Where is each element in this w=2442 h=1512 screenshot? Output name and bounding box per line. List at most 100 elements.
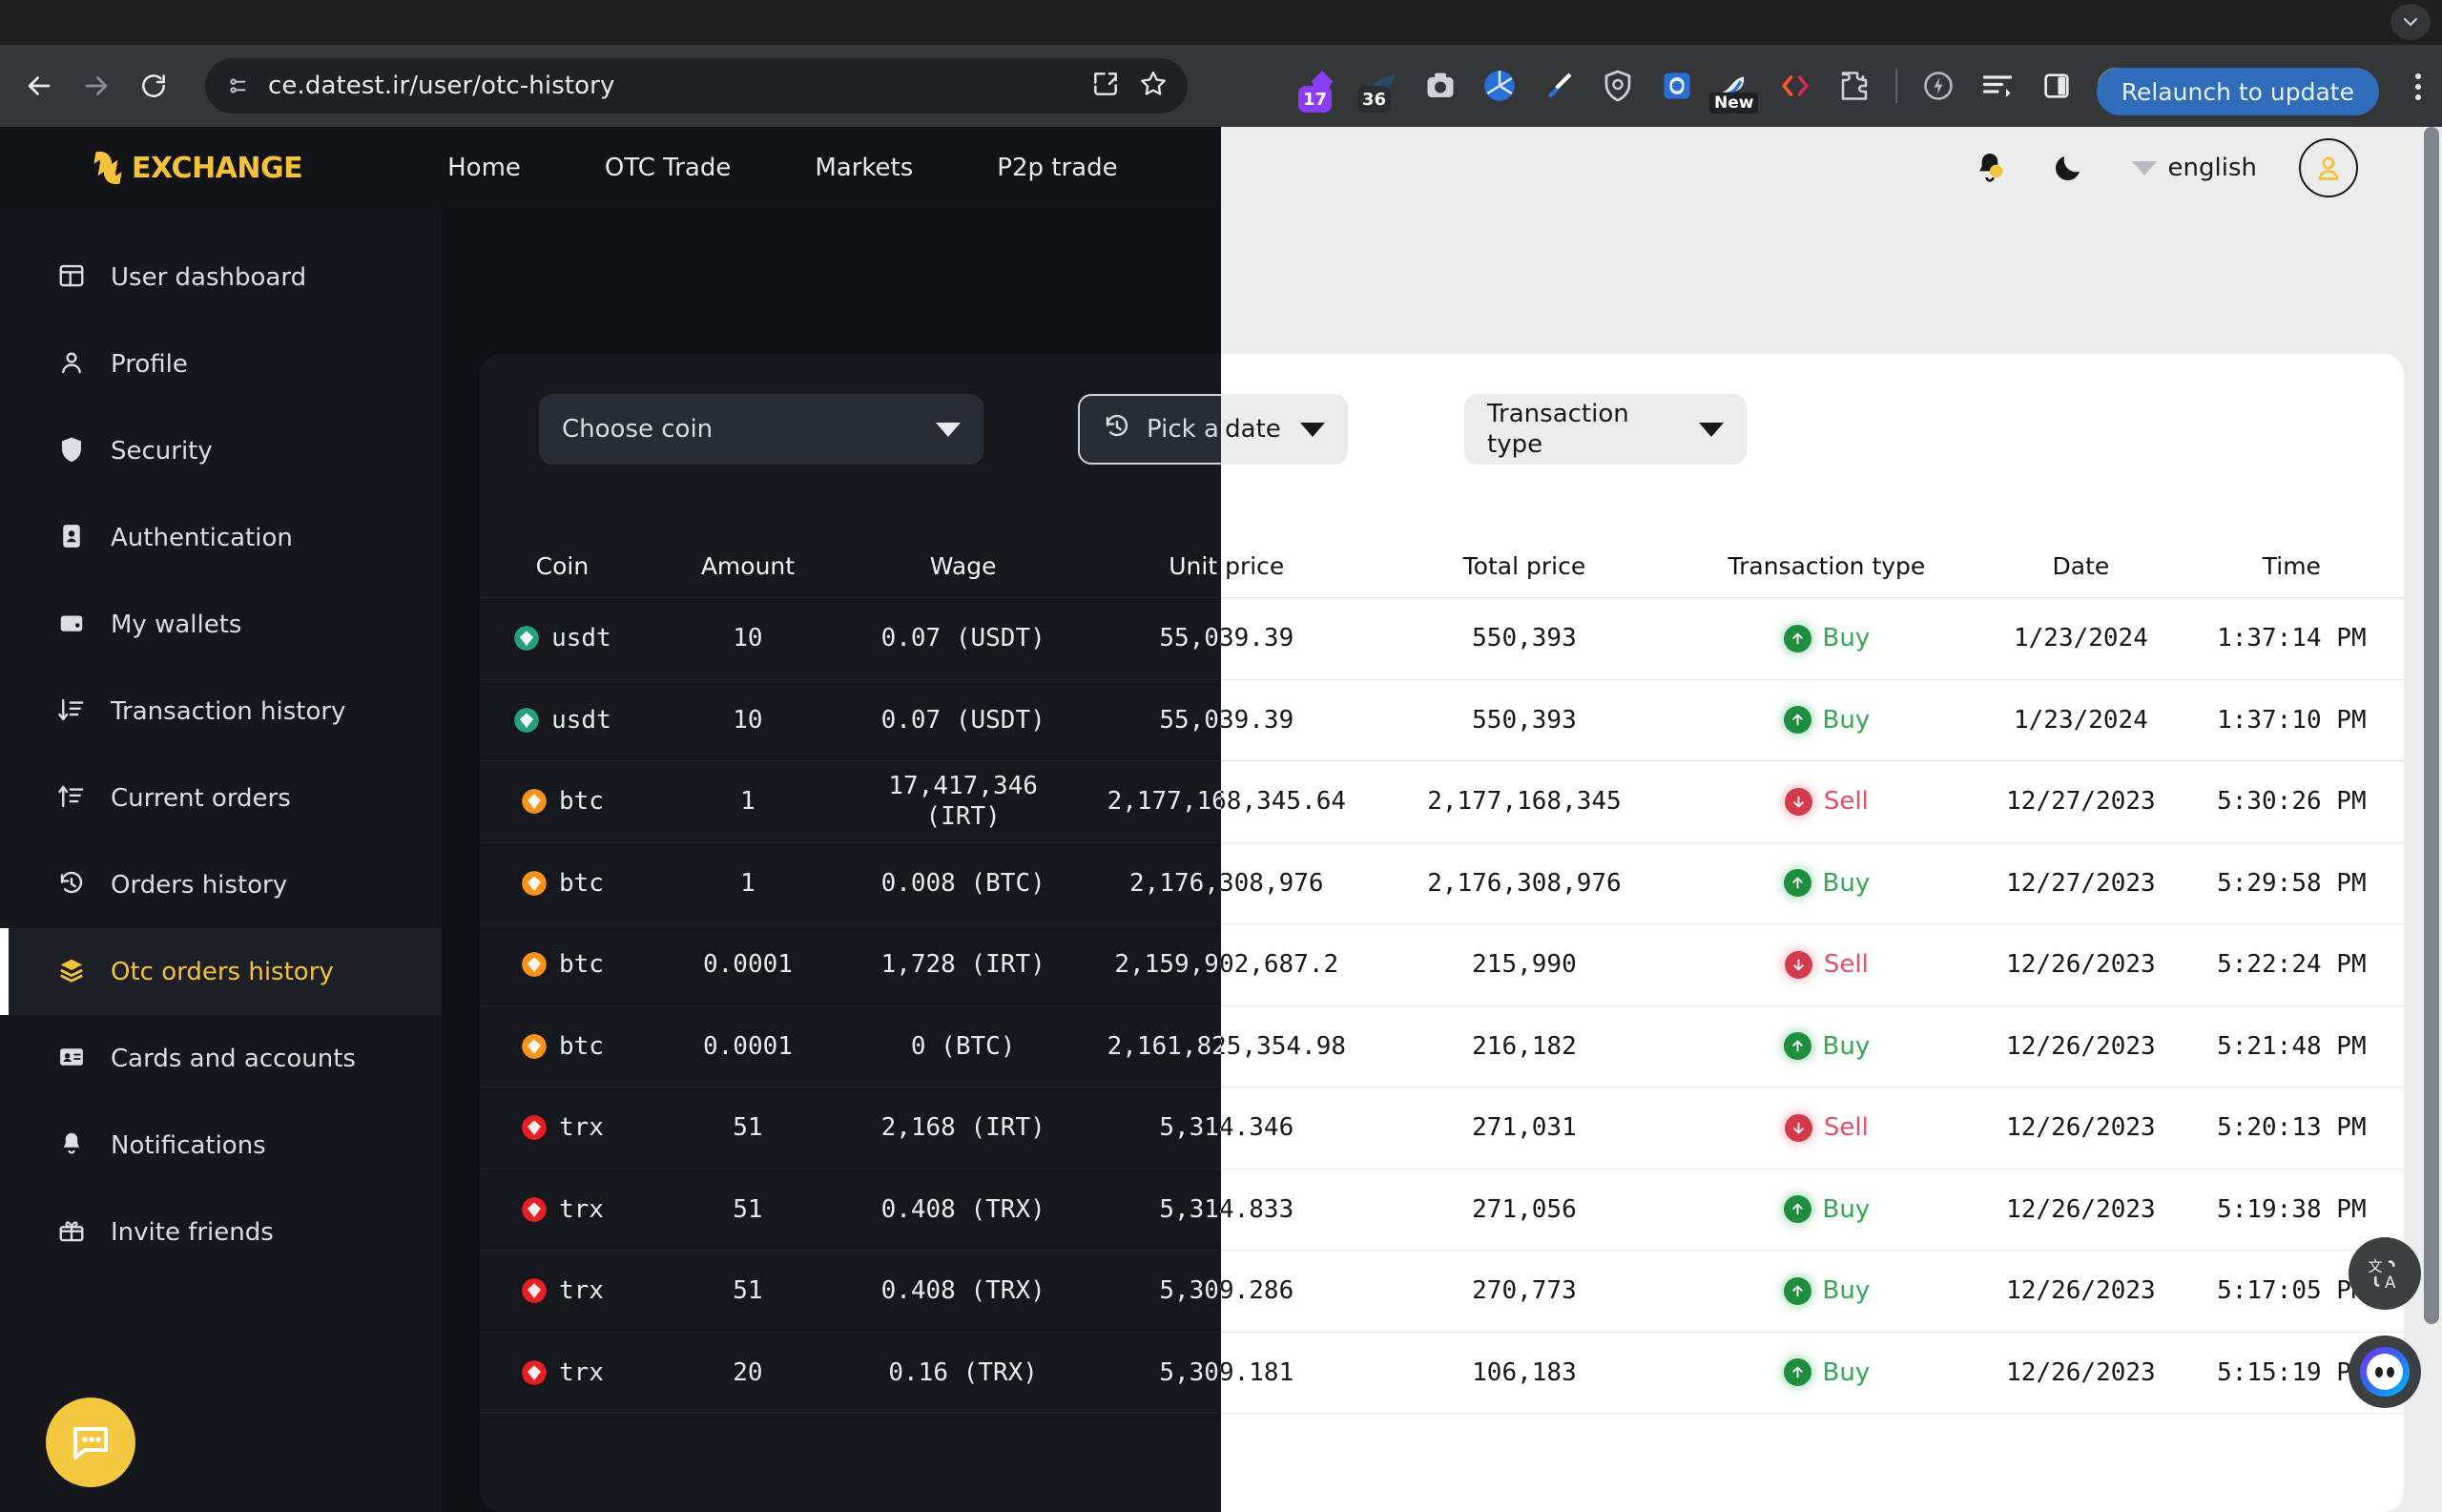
screenshot-extension-icon[interactable]: New xyxy=(1707,45,1766,127)
transaction-type-select-light[interactable]: Transaction type xyxy=(1464,394,1747,465)
sidebar-item-cards-and-accounts[interactable]: Cards and accounts xyxy=(0,1015,442,1102)
table-row[interactable]: usdt100.07 (USDT)55,039.39550,393Buy1/23… xyxy=(1221,598,2404,680)
cell-unit-price: 55,039.39 xyxy=(1221,624,1294,652)
coin-icon xyxy=(522,1115,547,1141)
site-info-icon[interactable] xyxy=(218,66,259,106)
cell-total-price: 216,182 xyxy=(1472,1031,1577,1061)
sidebar-label: User dashboard xyxy=(111,262,307,292)
sort-asc-icon xyxy=(57,782,86,815)
table-row[interactable]: trx200.16 (TRX)5,309.181106,183Buy12/26/… xyxy=(1221,1333,2404,1414)
sidebar-item-user-dashboard[interactable]: User dashboard xyxy=(0,234,442,321)
performance-extension-icon[interactable] xyxy=(1909,45,1968,127)
sidebar-label: Authentication xyxy=(111,523,293,552)
cell-unit-price: 2,176,308,976 xyxy=(1221,868,1324,898)
sidebar-item-notifications[interactable]: Notifications xyxy=(0,1102,442,1189)
nav-item-otc-trade[interactable]: OTC Trade xyxy=(563,154,773,182)
table-header-row-light: Coin Amount Wage Unit price Total price … xyxy=(1221,535,2404,598)
translate-button[interactable]: 文 A xyxy=(2349,1237,2421,1310)
language-selector-light[interactable]: english xyxy=(2131,154,2257,182)
notification-bell-icon-light[interactable] xyxy=(1951,127,2029,209)
transaction-type-label-light: Transaction type xyxy=(1487,399,1629,460)
table-row[interactable]: trx512,168 (IRT)5,314.346271,031Sell12/2… xyxy=(1221,1087,2404,1170)
live-chat-button[interactable] xyxy=(46,1398,135,1487)
cell-wage: 2,168 (IRT) xyxy=(880,1113,1045,1142)
table-row[interactable]: trx510.408 (TRX)5,309.286270,773Buy12/26… xyxy=(1221,1251,2404,1333)
grammar-extension-badge: 17 xyxy=(1298,86,1333,113)
account-avatar-light[interactable] xyxy=(2299,138,2358,197)
gift-icon xyxy=(57,1216,86,1249)
sidebar-item-orders-history[interactable]: Orders history xyxy=(0,841,442,928)
cell-time: 5:19:38 PM xyxy=(2217,1194,2367,1224)
cell-time: 5:29:58 PM xyxy=(2217,868,2367,898)
sidebar-item-profile[interactable]: Profile xyxy=(0,321,442,407)
puzzle-extensions-icon[interactable] xyxy=(1825,45,1884,127)
cell-unit-price: 5,309.181 xyxy=(1221,1357,1294,1387)
cell-coin: trx xyxy=(480,1194,645,1226)
cell-coin: btc xyxy=(480,868,645,900)
cell-transaction-type: Buy xyxy=(1671,1194,1983,1226)
camera-extension-icon[interactable] xyxy=(1411,45,1470,127)
sidebar-label: Security xyxy=(111,436,213,466)
aperture-extension-icon[interactable] xyxy=(1470,45,1529,127)
chevron-down-icon xyxy=(1699,422,1724,437)
cell-coin: usdt xyxy=(480,705,645,736)
scrollbar-thumb[interactable] xyxy=(2424,127,2439,1324)
sidebar-item-current-orders[interactable]: Current orders xyxy=(0,755,442,841)
exchange-logo-icon xyxy=(93,151,122,185)
table-row[interactable]: trx510.408 (TRX)5,314.833271,056Buy12/26… xyxy=(1221,1170,2404,1251)
sidebar-item-transaction-history[interactable]: Transaction history xyxy=(0,668,442,755)
column-header-total-price-light: Total price xyxy=(1462,552,1586,580)
table-row[interactable]: btc0.00011,728 (IRT)2,159,902,687.2215,9… xyxy=(1221,924,2404,1006)
sidebar-label: Cards and accounts xyxy=(111,1044,356,1073)
cell-time: 1:37:14 PM xyxy=(2217,624,2367,652)
history-icon xyxy=(57,869,86,901)
nav-item-markets[interactable]: Markets xyxy=(773,154,955,182)
coin-icon xyxy=(514,626,539,652)
eyedropper-extension-icon[interactable] xyxy=(1529,45,1588,127)
back-button[interactable] xyxy=(17,64,61,108)
site-logo[interactable]: EXCHANGE xyxy=(84,144,303,192)
cell-coin: trx xyxy=(480,1357,645,1389)
bell-icon xyxy=(57,1129,86,1162)
bookmark-star-icon[interactable] xyxy=(1138,69,1169,103)
nav-item-home[interactable]: Home xyxy=(405,154,563,182)
cell-unit-price: 55,039.39 xyxy=(1221,705,1294,735)
pick-a-date-select-light[interactable]: Pick a date xyxy=(1221,394,1348,465)
install-app-icon[interactable] xyxy=(1090,69,1121,103)
nav-item-p2p-trade[interactable]: P2p trade xyxy=(955,154,1159,182)
tab-search-icon[interactable] xyxy=(2390,4,2431,40)
table-row[interactable]: btc0.00010 (BTC)2,161,825,354.98216,182B… xyxy=(1221,1006,2404,1087)
page-scrollbar[interactable] xyxy=(2421,127,2442,1512)
cell-total-price: 2,177,168,345 xyxy=(1427,787,1622,816)
sidebar-item-authentication[interactable]: Authentication xyxy=(0,494,442,581)
grammar-extension-icon[interactable]: 17 xyxy=(1293,45,1352,127)
reload-button[interactable] xyxy=(132,64,176,108)
code-extension-icon[interactable] xyxy=(1766,45,1825,127)
forward-button[interactable] xyxy=(74,64,118,108)
shield-extension-icon[interactable] xyxy=(1588,45,1647,127)
table-row[interactable]: usdt100.07 (USDT)55,039.39550,393Buy1/23… xyxy=(1221,680,2404,761)
cell-unit-price: 5,314.346 xyxy=(1221,1113,1294,1142)
coin-icon xyxy=(522,1359,547,1385)
sidebar-item-my-wallets[interactable]: My wallets xyxy=(0,581,442,668)
browser-menu-icon[interactable] xyxy=(2415,73,2421,100)
sidebar-label: Invite friends xyxy=(111,1217,274,1247)
otc-history-card-light: Choose coin Pick a date Transaction type xyxy=(1221,354,2404,1512)
dark-mode-moon-icon-light[interactable] xyxy=(2029,127,2107,209)
tabs-extension-icon[interactable]: 36 xyxy=(1352,45,1411,127)
address-bar[interactable]: ce.datest.ir/user/otc-history xyxy=(205,58,1188,114)
table-row[interactable]: btc10.008 (BTC)2,176,308,9762,176,308,97… xyxy=(1221,843,2404,924)
side-panel-icon[interactable] xyxy=(2027,45,2086,127)
sidebar-item-security[interactable]: Security xyxy=(0,407,442,494)
ai-assistant-button[interactable] xyxy=(2349,1336,2421,1408)
relaunch-to-update-button[interactable]: Relaunch to update xyxy=(2096,68,2379,115)
sidebar-item-invite-friends[interactable]: Invite friends xyxy=(0,1189,442,1275)
column-header-time-light: Time xyxy=(2262,552,2321,580)
coin-icon xyxy=(522,1196,547,1222)
reading-list-icon[interactable] xyxy=(1968,45,2027,127)
choose-coin-select[interactable]: Choose coin xyxy=(539,394,983,465)
coin-icon xyxy=(522,870,547,896)
capture-extension-icon[interactable] xyxy=(1647,45,1707,127)
table-row[interactable]: btc117,417,346 (IRT)2,177,168,345.642,17… xyxy=(1221,761,2404,843)
sidebar-item-otc-orders-history[interactable]: Otc orders history xyxy=(0,928,442,1015)
